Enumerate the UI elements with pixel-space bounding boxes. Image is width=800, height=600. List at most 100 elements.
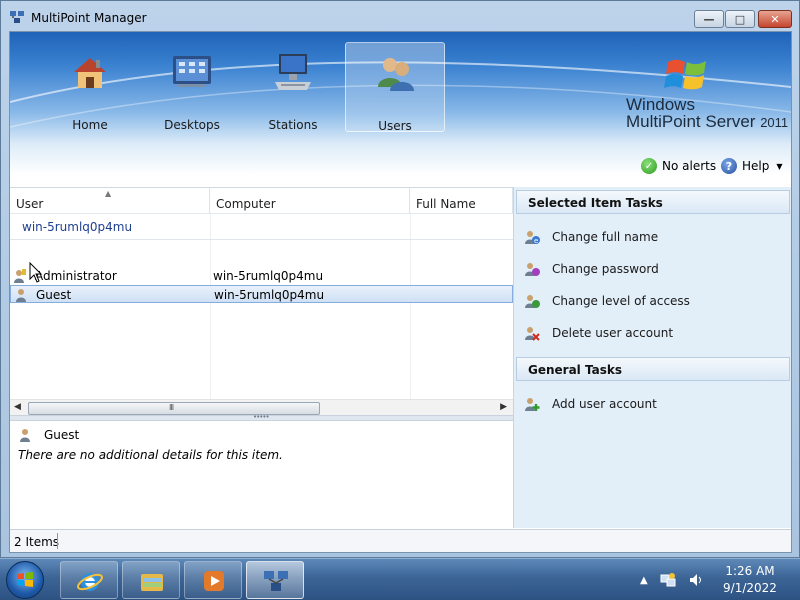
users-list: User ▲ Computer Full Name win-5rumlq0p4m…: [10, 187, 513, 416]
table-row-selected[interactable]: Guest win-5rumlq0p4mu: [10, 285, 513, 303]
column-header-user-label: User: [16, 197, 44, 211]
nav-home[interactable]: Home: [40, 42, 140, 132]
windows-flag-icon: [664, 59, 706, 90]
navigation-ribbon: Home Desktops Stations Users Windows Mul…: [10, 32, 791, 187]
client-area: Home Desktops Stations Users Windows Mul…: [9, 31, 792, 553]
multipoint-app-icon: [10, 11, 24, 23]
chevron-down-icon: ▼: [776, 161, 783, 171]
task-change-access-level[interactable]: Change level of access: [524, 292, 690, 310]
volume-icon[interactable]: [688, 572, 704, 588]
nav-home-label: Home: [72, 118, 108, 132]
scroll-left-icon[interactable]: ◀: [14, 402, 21, 412]
notification-area: ▲: [640, 571, 704, 589]
status-bar: 2 Items: [10, 529, 791, 552]
taskbar-windows-explorer[interactable]: [122, 561, 180, 599]
task-change-password[interactable]: Change password: [524, 260, 659, 278]
admin-user-icon: [14, 269, 26, 283]
item-count: 2 Items: [14, 535, 60, 549]
window-title: MultiPoint Manager: [31, 11, 147, 25]
group-divider: [10, 239, 513, 240]
user-icon: [20, 429, 30, 442]
multipoint-manager-icon: [264, 571, 288, 591]
column-divider: [210, 214, 211, 400]
taskbar-internet-explorer[interactable]: [60, 561, 118, 599]
task-pane: Selected Item Tasks e Change full name C…: [513, 187, 791, 528]
title-bar[interactable]: MultiPoint Manager — □ ✕: [1, 1, 799, 31]
table-row[interactable]: Administrator win-5rumlq0p4mu: [10, 267, 513, 285]
row-user: Administrator: [35, 269, 117, 283]
help-icon: ?: [721, 158, 737, 174]
network-icon[interactable]: [660, 572, 676, 588]
nav-stations[interactable]: Stations: [243, 42, 343, 132]
explorer-folder-icon: [141, 574, 163, 591]
column-header-computer[interactable]: Computer: [210, 188, 410, 214]
details-user-name: Guest: [44, 428, 80, 442]
minimize-icon: —: [703, 12, 715, 26]
row-user: Guest: [36, 288, 72, 302]
clock-time: 1:26 AM: [725, 564, 775, 578]
alerts-label: No alerts: [662, 159, 717, 173]
system-clock[interactable]: 1:26 AM 9/1/2022: [712, 563, 788, 597]
column-header-computer-label: Computer: [216, 197, 276, 211]
brand-version: 2011: [760, 115, 789, 130]
task-label: Change full name: [552, 230, 659, 244]
brand-multipoint: MultiPoint: [626, 112, 701, 131]
close-button[interactable]: ✕: [758, 10, 792, 28]
column-header-full-name-label: Full Name: [416, 197, 476, 211]
nav-users[interactable]: Users: [345, 42, 445, 133]
alerts-link[interactable]: ✓ No alerts: [641, 157, 716, 175]
task-change-full-name[interactable]: e Change full name: [524, 228, 658, 246]
row-computer: win-5rumlq0p4mu: [213, 269, 324, 283]
help-label: Help: [742, 159, 770, 173]
windows-logo-icon: [17, 572, 33, 587]
maximize-icon: □: [734, 12, 746, 26]
group-header[interactable]: win-5rumlq0p4mu: [22, 220, 132, 234]
nav-desktops-label: Desktops: [164, 118, 220, 132]
task-label: Add user account: [552, 397, 657, 411]
app-window: MultiPoint Manager — □ ✕ Home Desktops S…: [0, 0, 800, 558]
task-add-user[interactable]: Add user account: [524, 395, 657, 413]
splitter-grip-icon: •••••: [253, 413, 270, 421]
taskbar: ▲ 1:26 AM 9/1/2022: [0, 558, 800, 600]
check-icon: ✓: [641, 158, 657, 174]
brand-server: Server: [705, 112, 756, 131]
home-icon: [74, 58, 106, 88]
mouse-cursor-icon: [29, 262, 43, 283]
grip-icon: III: [169, 403, 174, 412]
task-delete-user[interactable]: Delete user account: [524, 324, 673, 342]
clock-date: 9/1/2022: [723, 581, 777, 595]
change-password-icon: [525, 263, 540, 276]
nav-stations-label: Stations: [268, 118, 318, 132]
task-label: Change level of access: [552, 294, 690, 308]
scrollbar-thumb[interactable]: III: [28, 402, 320, 415]
access-level-icon: [525, 295, 540, 308]
column-header-user[interactable]: User ▲: [10, 188, 210, 214]
column-divider: [410, 214, 411, 400]
selected-tasks-header: Selected Item Tasks: [516, 190, 790, 214]
start-button[interactable]: [6, 561, 44, 599]
details-pane: Guest There are no additional details fo…: [10, 421, 513, 528]
status-separator: [57, 533, 58, 549]
svg-text:e: e: [534, 237, 538, 245]
scroll-right-icon[interactable]: ▶: [500, 402, 507, 412]
add-user-icon: [525, 398, 540, 411]
taskbar-multipoint-manager[interactable]: [246, 561, 304, 599]
product-logo: Windows MultiPoint Server 2011: [624, 54, 791, 134]
media-player-icon: [204, 571, 224, 591]
row-computer: win-5rumlq0p4mu: [214, 288, 325, 302]
help-menu[interactable]: ? Help ▼: [721, 157, 783, 175]
delete-user-icon: [525, 327, 540, 341]
task-label: Delete user account: [552, 326, 674, 340]
column-header-full-name[interactable]: Full Name: [410, 188, 513, 214]
taskbar-media-player[interactable]: [184, 561, 242, 599]
show-hidden-icons-icon[interactable]: ▲: [640, 575, 648, 586]
user-icon: [16, 289, 26, 302]
task-label: Change password: [552, 262, 659, 276]
maximize-button[interactable]: □: [725, 10, 755, 28]
details-message: There are no additional details for this…: [18, 448, 283, 462]
minimize-button[interactable]: —: [694, 10, 724, 28]
internet-explorer-icon: [77, 573, 103, 591]
brand-product: MultiPoint Server 2011: [626, 112, 788, 132]
nav-desktops[interactable]: Desktops: [142, 42, 242, 132]
nav-users-label: Users: [378, 119, 412, 133]
